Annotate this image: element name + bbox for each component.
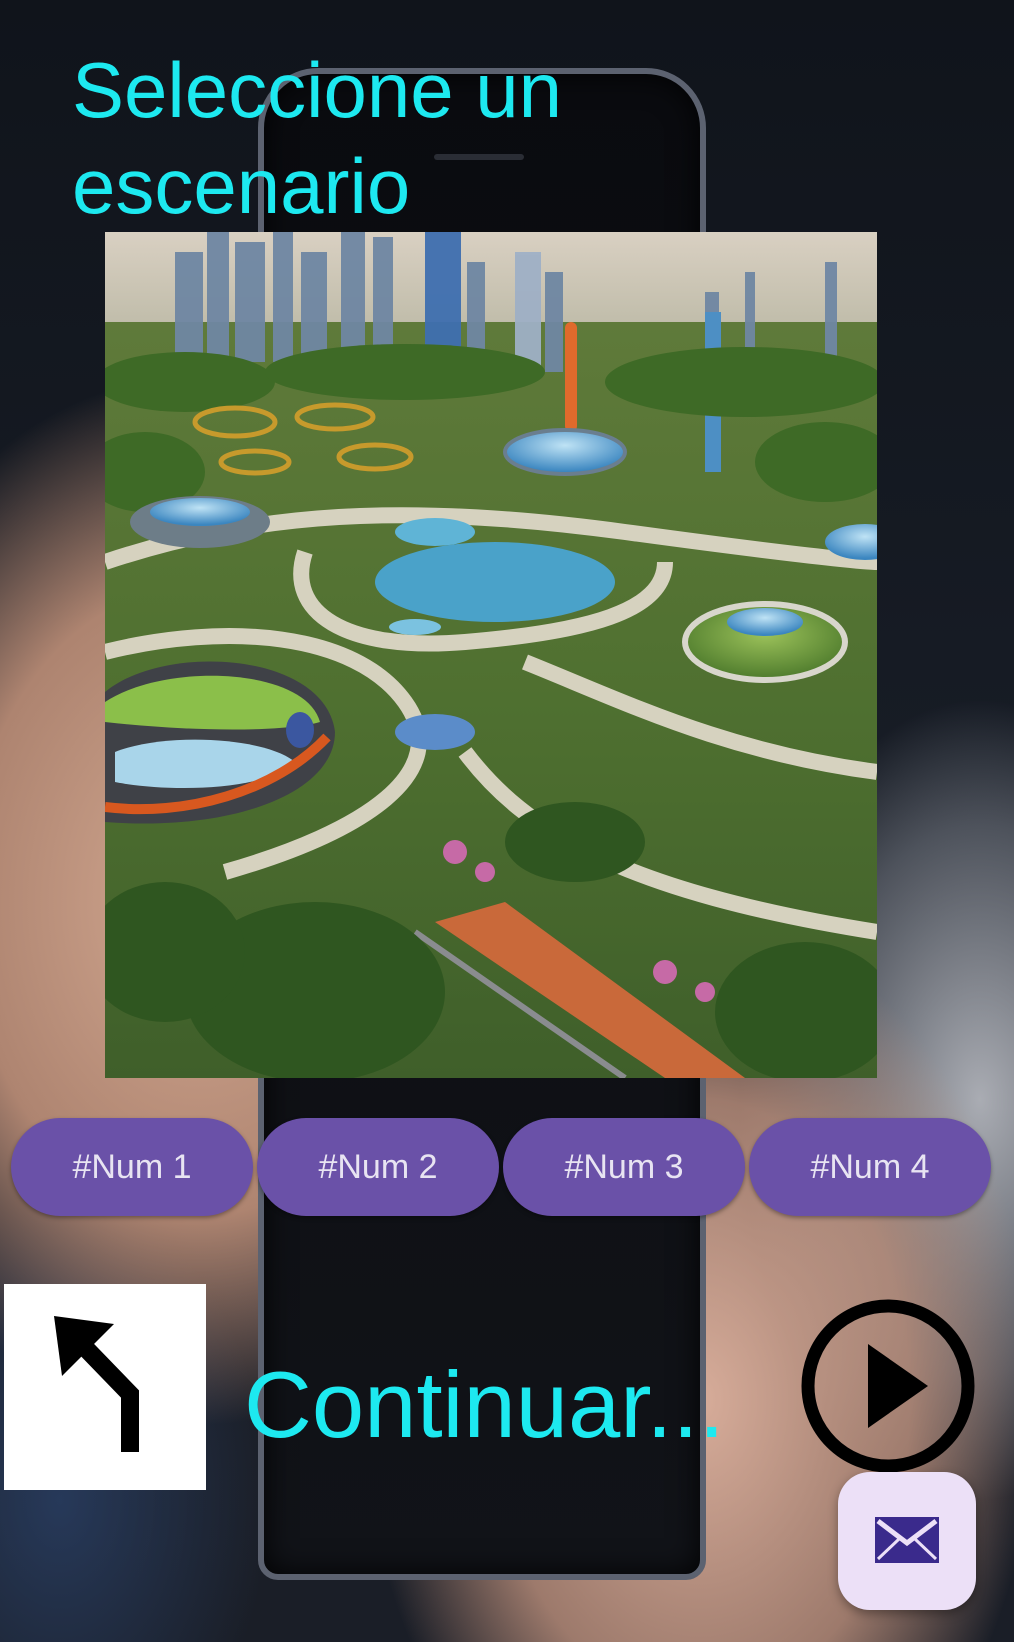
option-button-3[interactable]: #Num 3 [503, 1118, 745, 1216]
futuristic-city-park-image [105, 232, 877, 1078]
mail-button[interactable] [838, 1472, 976, 1610]
continue-label[interactable]: Continuar... [244, 1350, 725, 1460]
option-button-1[interactable]: #Num 1 [11, 1118, 253, 1216]
envelope-icon [875, 1517, 939, 1563]
play-button[interactable] [798, 1296, 978, 1476]
back-button[interactable] [4, 1284, 206, 1490]
option-button-2[interactable]: #Num 2 [257, 1118, 499, 1216]
page-title: Seleccione un escenario [72, 46, 563, 230]
play-circle-icon [801, 1299, 975, 1473]
scenario-image[interactable] [105, 232, 877, 1078]
option-button-4[interactable]: #Num 4 [749, 1118, 991, 1216]
turn-left-arrow-icon [54, 1316, 139, 1452]
